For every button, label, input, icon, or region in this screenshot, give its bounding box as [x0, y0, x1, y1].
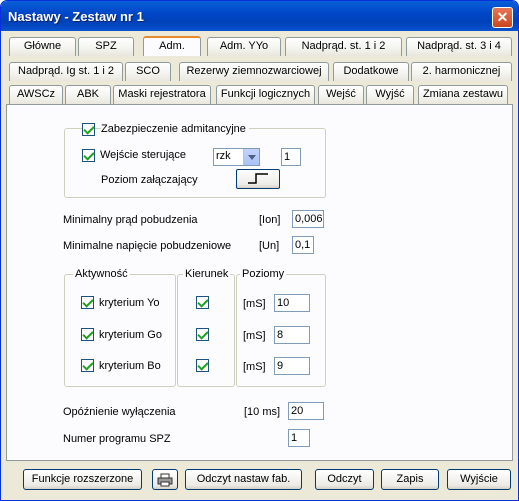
level-go-input[interactable]: 8 [274, 326, 310, 344]
level-edge-button[interactable] [236, 169, 280, 189]
control-input-select[interactable]: rzk [213, 148, 260, 166]
direction-yo-checkbox[interactable] [196, 296, 209, 309]
tab-spz[interactable]: SPZ [78, 37, 134, 56]
tab-wejscia[interactable]: Wejść [318, 85, 364, 104]
control-input-number[interactable]: 1 [281, 148, 301, 166]
level-label: Poziom załączający [101, 174, 198, 186]
direction-bo-checkbox[interactable] [196, 359, 209, 372]
criterion-yo-label: kryterium Yo [99, 297, 160, 309]
activity-label: Aktywność [73, 268, 130, 280]
min-current-unit: [Ion] [259, 214, 281, 226]
level-yo-unit: [mS] [243, 298, 266, 310]
tab-abk[interactable]: ABK [65, 85, 111, 104]
delay-unit: [10 ms] [244, 406, 281, 418]
tab-nadprad-ig[interactable]: Nadprąd. Ig st. 1 i 2 [9, 62, 123, 81]
tab-sco[interactable]: SCO [125, 62, 171, 81]
rising-edge-icon [248, 173, 268, 184]
tab-adm[interactable]: Adm. [143, 36, 201, 56]
close-button[interactable]: ✕ [492, 7, 513, 28]
level-yo-input[interactable]: 10 [274, 294, 310, 312]
printer-icon [157, 473, 173, 487]
criterion-bo-checkbox[interactable] [81, 359, 94, 372]
criterion-bo-label: kryterium Bo [99, 360, 161, 372]
direction-label: Kierunek [183, 268, 231, 280]
tab-funkcji-logicznych[interactable]: Funkcji logicznych [216, 85, 315, 104]
min-voltage-label: Minimalne napięcie pobudzeniowe [63, 240, 232, 252]
tab-zmiana-zestawu[interactable]: Zmiana zestawu [418, 85, 508, 104]
print-button[interactable] [152, 469, 178, 490]
window-title: Nastawy - Zestaw nr 1 [8, 9, 144, 24]
read-factory-button[interactable]: Odczyt nastaw fab. [185, 469, 302, 490]
control-input-label: Wejście sterujące [100, 149, 186, 161]
tab-nadprad-3-4[interactable]: Nadprąd. st. 3 i 4 [406, 37, 512, 56]
chevron-down-icon[interactable] [243, 149, 259, 165]
direction-go-checkbox[interactable] [196, 328, 209, 341]
title-bar: Nastawy - Zestaw nr 1 ✕ [1, 1, 518, 31]
tab-dodatkowe[interactable]: Dodatkowe [333, 62, 409, 81]
settings-window: Nastawy - Zestaw nr 1 ✕ Główne SPZ Adm. … [0, 0, 519, 501]
tab-harmonicznej[interactable]: 2. harmonicznej [411, 62, 512, 81]
admittance-checkbox[interactable] [82, 123, 95, 136]
tab-wyjscia[interactable]: Wyjść [366, 85, 414, 104]
delay-label: Opóźnienie wyłączenia [63, 406, 176, 418]
tab-nadprad-1-2[interactable]: Nadprąd. st. 1 i 2 [285, 37, 402, 56]
tab-glowne[interactable]: Główne [9, 37, 76, 56]
control-input-select-value: rzk [216, 150, 231, 162]
control-input-checkbox[interactable] [82, 149, 95, 162]
min-current-label: Minimalny prąd pobudzenia [63, 214, 198, 226]
extended-functions-button[interactable]: Funkcje rozszerzone [23, 469, 142, 490]
criterion-go-label: kryterium Go [99, 329, 162, 341]
tab-rezerwy[interactable]: Rezerwy ziemnozwarciowej [179, 62, 329, 81]
level-bo-unit: [mS] [243, 361, 266, 373]
spz-program-input[interactable]: 1 [288, 429, 310, 447]
min-current-input[interactable]: 0,006 [292, 210, 324, 228]
delay-input[interactable]: 20 [288, 402, 324, 420]
levels-label: Poziomy [240, 268, 287, 280]
read-button[interactable]: Odczyt [315, 469, 374, 490]
level-bo-input[interactable]: 9 [274, 357, 310, 375]
tab-adm-yyo[interactable]: Adm. YYo [207, 37, 281, 56]
min-voltage-unit: [Un] [259, 240, 280, 252]
admittance-label: Zabezpieczenie admitancyjne [101, 123, 249, 135]
min-voltage-input[interactable]: 0,1 [292, 236, 314, 254]
criterion-go-checkbox[interactable] [81, 328, 94, 341]
spz-program-label: Numer programu SPZ [63, 433, 171, 445]
tab-maski[interactable]: Maski rejestratora [113, 85, 211, 104]
level-go-unit: [mS] [243, 330, 266, 342]
tab-panel: Zabezpieczenie admitancyjne Wejście ster… [6, 104, 513, 461]
exit-button[interactable]: Wyjście [447, 469, 511, 490]
criterion-yo-checkbox[interactable] [81, 296, 94, 309]
save-button[interactable]: Zapis [381, 469, 439, 490]
tab-awscz[interactable]: AWSCz [9, 85, 63, 104]
